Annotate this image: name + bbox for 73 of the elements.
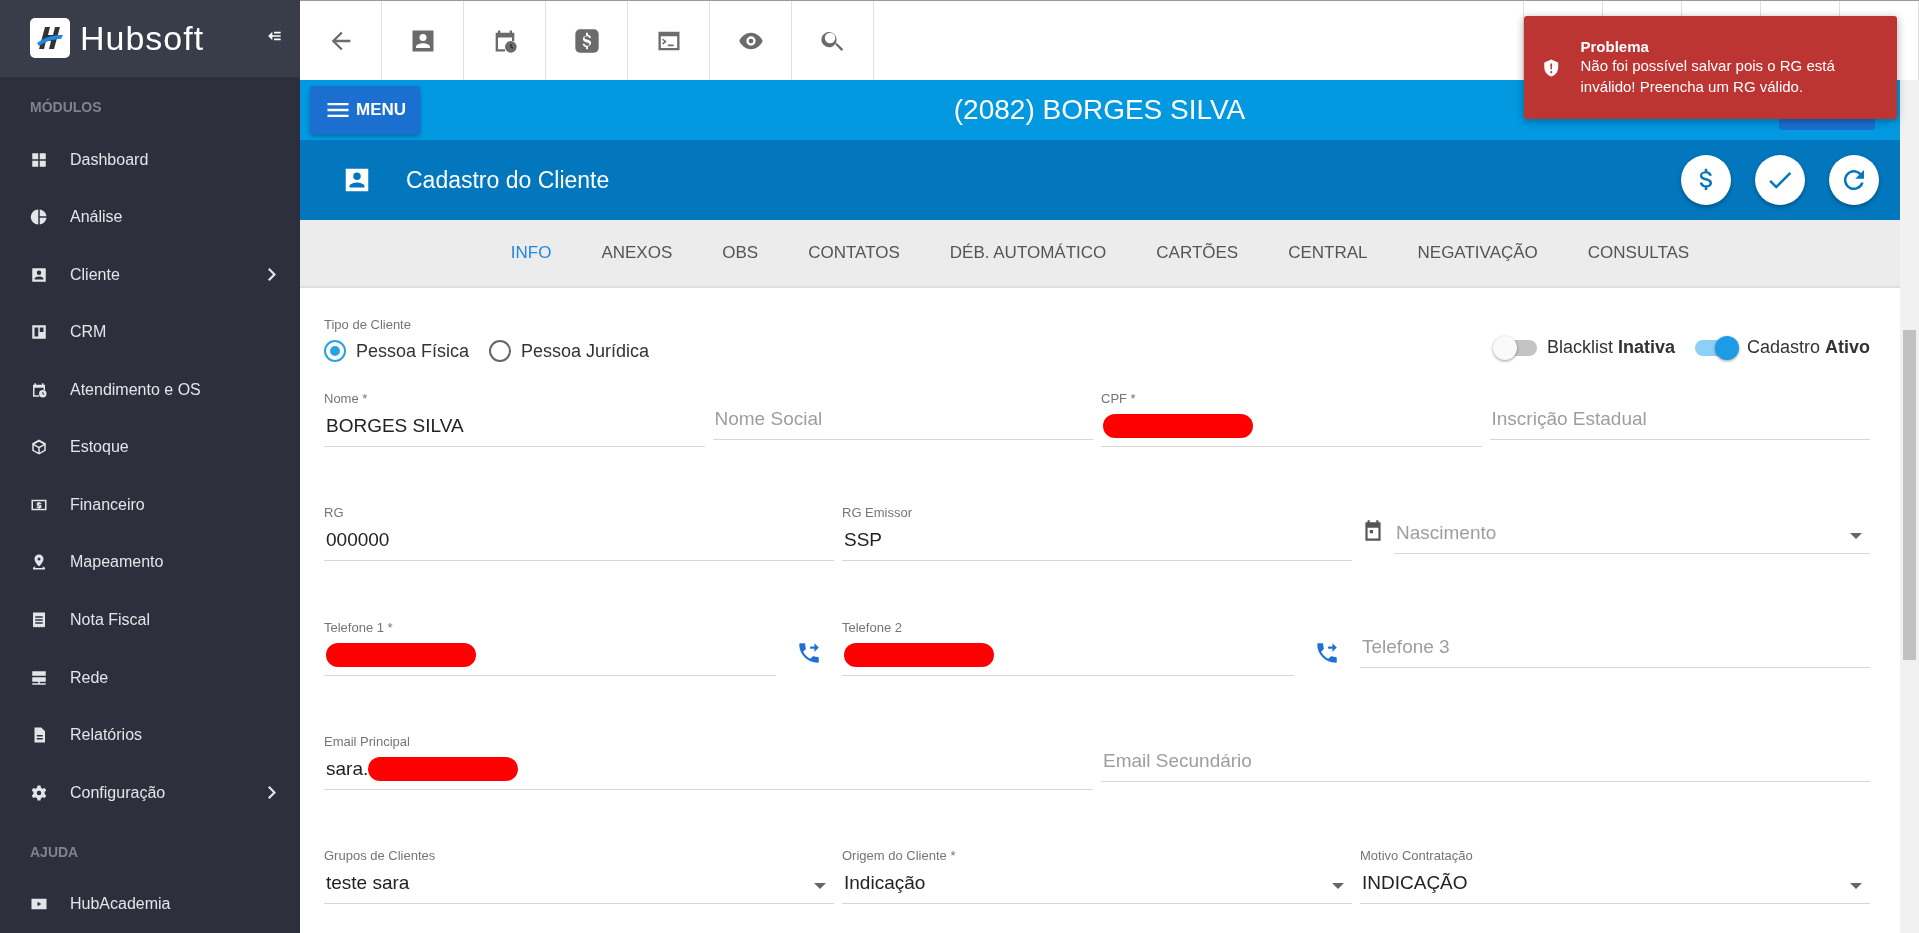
field-label: Email Principal <box>324 733 411 749</box>
field-label: Telefone 1 * <box>324 619 394 635</box>
field-label: Nome * <box>324 391 369 407</box>
sidebar-item[interactable]: Nota Fiscal <box>0 591 300 649</box>
field-label: RG <box>324 505 345 521</box>
settings-icon <box>30 783 48 802</box>
input-field[interactable]: 000000 <box>324 520 834 562</box>
tab[interactable]: ANEXOS <box>576 220 698 286</box>
pie-chart-icon <box>30 208 48 227</box>
sidebar-item[interactable]: Financeiro <box>0 476 300 534</box>
chevron-right-icon <box>268 268 276 282</box>
map-pin-icon <box>30 553 48 572</box>
input-field[interactable]: SSP <box>842 520 1352 562</box>
tab[interactable]: NEGATIVAÇÃO <box>1392 220 1563 286</box>
sidebar-item[interactable]: Configuração <box>0 763 300 822</box>
field-label: Telefone 2 <box>842 619 903 635</box>
dollar-icon <box>572 26 601 55</box>
sidebar-item[interactable]: Estoque <box>0 418 300 477</box>
section-heading: AJUDA <box>29 842 80 862</box>
field-label: Grupos de Clientes <box>324 847 437 863</box>
server-icon <box>30 668 48 687</box>
field-label: Origem do Cliente * <box>842 847 957 863</box>
tab[interactable]: CARTÕES <box>1131 220 1264 286</box>
box-icon <box>30 438 48 457</box>
client-title: (2082) BORGES SILVA <box>952 94 1247 126</box>
board-icon <box>30 323 48 342</box>
grid-icon <box>30 150 48 169</box>
page-title: Cadastro do Cliente <box>406 166 611 194</box>
input-field[interactable]: BORGES SILVA <box>324 406 705 448</box>
field-label: Tipo de Cliente <box>324 317 412 333</box>
field-label: CPF * <box>1101 391 1137 407</box>
tab[interactable]: CENTRAL <box>1263 220 1393 286</box>
caret-down-icon <box>814 882 826 889</box>
select-field[interactable]: INDICAÇÃO <box>1360 862 1870 904</box>
select-field[interactable]: teste sara <box>324 862 834 904</box>
caret-down-icon <box>1850 882 1862 889</box>
toast-title: Problema <box>1580 38 1650 55</box>
tab[interactable]: CONSULTAS <box>1562 220 1715 286</box>
sidebar-item[interactable]: Relatórios <box>0 706 300 764</box>
menu-button[interactable]: MENU <box>310 86 421 134</box>
calendar-clock-icon <box>30 380 48 399</box>
sidebar-item[interactable]: CRM <box>0 303 300 361</box>
logo-icon <box>30 18 70 59</box>
receipt-icon <box>30 611 48 630</box>
section-heading: MÓDULOS <box>29 97 103 117</box>
radio-option[interactable]: Pessoa Física <box>324 340 470 363</box>
sidebar-item[interactable]: HubAcademia <box>0 875 300 933</box>
save-button[interactable] <box>1755 155 1805 205</box>
toggle-label: Blacklist Inativa <box>1546 337 1675 359</box>
select-field[interactable]: Indicação <box>842 862 1352 904</box>
toggle-label: Cadastro Ativo <box>1746 337 1870 359</box>
tab[interactable]: CONTATOS <box>783 220 925 286</box>
brand-name: Hubsoft <box>80 18 206 58</box>
chevron-right-icon <box>268 786 276 800</box>
tab[interactable]: DÉB. AUTOMÁTICO <box>924 220 1132 286</box>
field-label: Motivo Contratação <box>1360 847 1474 863</box>
sidebar-item[interactable]: Atendimento e OS <box>0 361 300 419</box>
sidebar-item[interactable]: Rede <box>0 648 300 707</box>
caret-down-icon <box>1850 532 1862 539</box>
sidebar-item[interactable]: Mapeamento <box>0 533 300 592</box>
input-field[interactable]: sara. <box>324 748 1093 790</box>
scrollbar[interactable] <box>1900 80 1919 933</box>
sidebar-item[interactable]: Análise <box>0 188 300 246</box>
contact-card-icon <box>30 265 48 284</box>
finance-button[interactable] <box>1681 155 1731 205</box>
tab[interactable]: OBS <box>697 220 784 286</box>
refresh-button[interactable] <box>1829 155 1879 205</box>
field-label: RG Emissor <box>842 505 914 521</box>
radio-option[interactable]: Pessoa Jurídica <box>489 340 650 363</box>
sidebar-item[interactable]: Dashboard <box>0 130 300 189</box>
caret-down-icon <box>1332 882 1344 889</box>
toast-message: Não foi possível salvar pois o RG está inválido! Preencha um RG válido. <box>1580 56 1836 97</box>
sidebar-item[interactable]: Cliente <box>0 245 300 304</box>
